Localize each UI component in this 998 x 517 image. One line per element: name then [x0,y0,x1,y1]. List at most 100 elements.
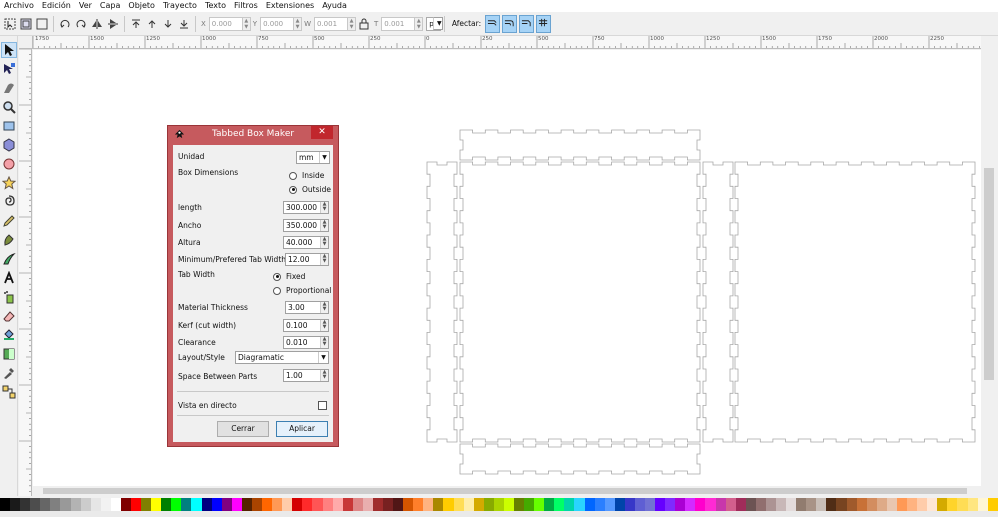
fixed-radio[interactable]: Fixed [273,272,305,281]
color-swatch[interactable] [332,498,343,511]
color-swatch[interactable] [574,498,585,511]
clearance-spinner[interactable]: ▲ ▼ [320,337,328,348]
spiral-tool-icon[interactable] [1,194,17,210]
menu-objeto[interactable]: Objeto [124,0,159,12]
pencil-tool-icon[interactable] [1,213,17,229]
color-swatch[interactable] [282,498,293,511]
scale-pattern-icon[interactable] [536,14,552,33]
color-swatch[interactable] [382,498,394,511]
height-field[interactable]: 0.001 [381,16,416,31]
color-swatch[interactable] [735,498,746,511]
select-all-layers-icon[interactable] [19,17,33,31]
width-spinner[interactable]: ▲ ▼ [320,220,328,231]
flip-vertical-icon[interactable] [106,17,120,31]
bucket-tool-icon[interactable] [1,327,17,343]
color-swatch[interactable] [876,498,887,511]
color-swatch[interactable] [776,498,787,511]
tab-min-width-input[interactable]: 12.00 ▲ ▼ [285,253,329,266]
tweak-tool-icon[interactable] [1,80,17,96]
color-swatch[interactable] [90,498,101,511]
color-swatch[interactable] [826,498,837,511]
color-swatch[interactable] [634,498,645,511]
color-swatch[interactable] [685,498,696,511]
color-swatch[interactable] [241,498,252,511]
flip-horizontal-icon[interactable] [90,17,104,31]
color-swatch[interactable] [302,498,313,511]
color-swatch[interactable] [141,498,152,511]
vertical-scrollbar[interactable] [981,36,998,496]
color-swatch[interactable] [715,498,726,511]
x-spinner[interactable]: ▲ ▼ [242,16,251,31]
color-swatch[interactable] [221,498,232,511]
color-swatch[interactable] [534,498,545,511]
color-swatch[interactable] [856,498,867,511]
vertical-scroll-thumb[interactable] [984,168,994,380]
calligraphy-tool-icon[interactable] [1,251,17,267]
close-button[interactable]: Cerrar [217,421,269,437]
color-swatch[interactable] [765,498,777,511]
color-swatch[interactable] [866,498,877,511]
color-swatch[interactable] [513,498,525,511]
color-swatch[interactable] [171,498,182,511]
scale-gradient-icon[interactable] [519,14,535,33]
lower-to-bottom-icon[interactable] [177,17,191,31]
length-spinner[interactable]: ▲ ▼ [320,202,328,213]
ellipse-tool-icon[interactable] [1,156,17,172]
color-swatch[interactable] [503,498,514,511]
selector-tool-icon[interactable] [1,42,17,58]
color-swatch[interactable] [927,498,938,511]
box-back-panel[interactable] [734,161,976,443]
lock-icon[interactable] [357,17,371,31]
height-spinner[interactable]: ▲ ▼ [320,237,328,248]
color-swatch[interactable] [352,498,363,511]
color-swatch[interactable] [907,498,918,511]
unit-dropdown[interactable]: mm ▼ [296,151,330,164]
color-swatch[interactable] [362,498,373,511]
lower-icon[interactable] [161,17,175,31]
color-swatch[interactable] [40,498,51,511]
color-swatch[interactable] [110,498,121,511]
height-input[interactable]: 40.000 ▲ ▼ [283,236,329,249]
color-swatch[interactable] [705,498,716,511]
menu-edicion[interactable]: Edición [38,0,75,12]
color-swatch[interactable] [977,498,988,511]
unit-select[interactable]: px▼ [426,16,444,31]
material-thickness-input[interactable]: 3.00 ▲ ▼ [285,301,329,314]
color-swatch[interactable] [191,498,202,511]
gradient-tool-icon[interactable] [1,346,17,362]
close-icon[interactable]: ✕ [311,126,333,139]
box-side-left-panel[interactable] [426,161,458,443]
menu-extensiones[interactable]: Extensiones [262,0,318,12]
color-swatch[interactable] [544,498,555,511]
kerf-spinner[interactable]: ▲ ▼ [320,320,328,331]
color-swatch[interactable] [624,498,635,511]
color-swatch[interactable] [816,498,827,511]
menu-ayuda[interactable]: Ayuda [318,0,351,12]
color-swatch[interactable] [483,498,494,511]
color-swatch[interactable] [806,498,817,511]
width-spinner[interactable]: ▲ ▼ [348,16,356,31]
color-swatch[interactable] [957,498,968,511]
3d-box-tool-icon[interactable] [1,137,17,153]
color-swatch[interactable] [312,498,323,511]
color-swatch[interactable] [372,498,383,511]
color-swatch[interactable] [917,498,928,511]
scale-corners-icon[interactable] [502,14,518,33]
color-swatch[interactable] [473,498,484,511]
color-swatch[interactable] [211,498,222,511]
proportional-radio[interactable]: Proportional [273,286,331,295]
color-swatch[interactable] [342,498,353,511]
live-preview-checkbox[interactable] [318,401,327,410]
height-spinner[interactable]: ▲ ▼ [415,16,424,31]
text-tool-icon[interactable] [1,270,17,286]
layout-style-dropdown[interactable]: Diagramatic ▼ [235,351,329,364]
color-swatch[interactable] [796,498,807,511]
color-swatch[interactable] [645,498,656,511]
y-field[interactable]: 0.000 [260,16,295,31]
color-swatch[interactable] [443,498,454,511]
color-swatch[interactable] [745,498,756,511]
color-swatch[interactable] [403,498,414,511]
color-swatch[interactable] [80,498,91,511]
box-side-right-panel[interactable] [702,161,734,443]
color-swatch[interactable] [786,498,797,511]
